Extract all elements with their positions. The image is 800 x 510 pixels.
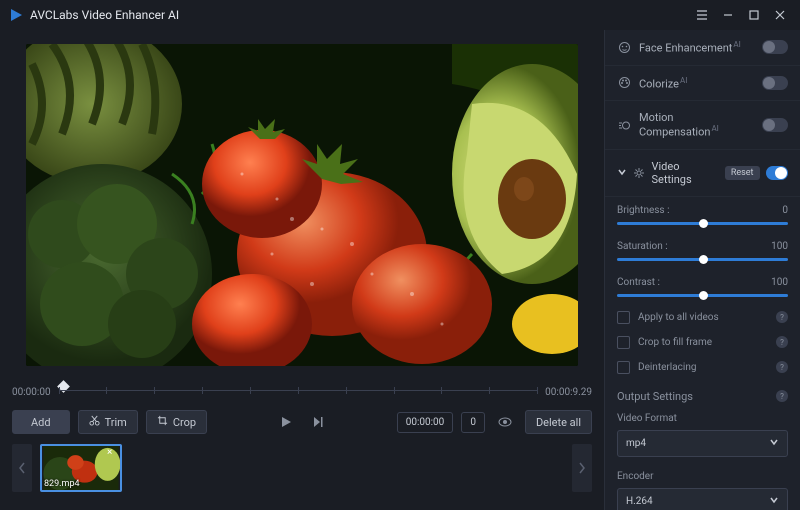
crop-button[interactable]: Crop — [146, 410, 207, 434]
crop-icon — [157, 415, 168, 429]
colorize-icon — [617, 76, 631, 90]
delete-all-button[interactable]: Delete all — [525, 410, 592, 434]
chevron-down-icon[interactable] — [617, 167, 627, 179]
video-format-select[interactable]: mp4 — [617, 430, 788, 457]
face-enhancement-row: Face EnhancementAI — [605, 30, 800, 66]
apply-all-checkbox[interactable] — [617, 311, 630, 324]
play-icon[interactable] — [274, 410, 298, 434]
motion-compensation-label: Motion CompensationAI — [639, 111, 754, 139]
preview-eye-icon[interactable] — [493, 410, 517, 434]
colorize-row: ColorizeAI — [605, 66, 800, 102]
output-settings-header: Output Settings ? — [605, 380, 800, 409]
add-label: Add — [31, 416, 51, 429]
video-settings-title: Video Settings — [651, 160, 712, 186]
video-format-block: Video Format mp4 — [605, 409, 800, 467]
timeline-row: 00:00:00 00:00:9.29 — [8, 366, 596, 410]
thumbnail-area: × 829.mp4 — [40, 444, 564, 492]
chevron-down-icon — [769, 495, 779, 508]
deinterlacing-checkbox[interactable] — [617, 361, 630, 374]
saturation-label: Saturation : — [617, 241, 668, 252]
colorize-label: ColorizeAI — [639, 76, 754, 91]
thumbnail-remove-icon[interactable]: × — [107, 447, 119, 459]
content: 00:00:00 00:00:9.29 Add Trim Crop 0 — [0, 30, 800, 510]
menu-icon[interactable] — [690, 3, 714, 27]
frame-number-display[interactable]: 0 — [461, 412, 485, 433]
crop-fill-label: Crop to fill frame — [638, 337, 768, 348]
thumbnail-item[interactable]: × 829.mp4 — [40, 444, 122, 492]
thumbnail-filename: 829.mp4 — [44, 479, 80, 489]
face-enhancement-toggle[interactable] — [762, 40, 788, 54]
crop-fill-checkbox[interactable] — [617, 336, 630, 349]
video-settings-header: Video Settings Reset — [605, 150, 800, 197]
gear-icon — [633, 166, 645, 180]
contrast-slider[interactable] — [617, 294, 788, 297]
trim-icon — [89, 415, 100, 429]
face-enhancement-label: Face EnhancementAI — [639, 40, 754, 55]
next-frame-icon[interactable] — [306, 410, 330, 434]
app-logo-icon — [8, 7, 24, 23]
trim-button[interactable]: Trim — [78, 410, 138, 434]
crop-label: Crop — [173, 416, 196, 429]
colorize-toggle[interactable] — [762, 76, 788, 90]
thumb-prev-icon[interactable] — [12, 444, 32, 492]
help-icon[interactable]: ? — [776, 311, 788, 323]
contrast-slider-block: Contrast : 100 — [605, 269, 800, 305]
help-icon[interactable]: ? — [776, 336, 788, 348]
saturation-value: 100 — [771, 241, 788, 252]
add-button[interactable]: Add — [12, 410, 70, 434]
contrast-value: 100 — [771, 277, 788, 288]
brightness-slider[interactable] — [617, 222, 788, 225]
crop-fill-row: Crop to fill frame ? — [605, 330, 800, 355]
face-icon — [617, 40, 631, 54]
video-settings-toggle[interactable] — [766, 166, 789, 180]
output-settings-title: Output Settings — [617, 390, 693, 403]
side-panel: Face EnhancementAI ColorizeAI Motion Com… — [604, 30, 800, 510]
brightness-label: Brightness : — [617, 205, 670, 216]
brightness-slider-block: Brightness : 0 — [605, 197, 800, 233]
thumbnail-row: × 829.mp4 — [8, 434, 596, 492]
encoder-block: Encoder H.264 — [605, 467, 800, 510]
video-format-value: mp4 — [626, 438, 646, 449]
encoder-select[interactable]: H.264 — [617, 488, 788, 510]
timeline-track[interactable] — [59, 382, 538, 402]
video-preview[interactable] — [26, 44, 578, 366]
trim-label: Trim — [105, 416, 127, 429]
delete-all-label: Delete all — [536, 416, 581, 429]
encoder-value: H.264 — [626, 496, 653, 507]
titlebar-left: AVCLabs Video Enhancer AI — [8, 7, 179, 23]
thumb-next-icon[interactable] — [572, 444, 592, 492]
motion-icon — [617, 118, 631, 132]
reset-button[interactable]: Reset — [725, 166, 760, 180]
brightness-value: 0 — [782, 205, 788, 216]
deinterlacing-row: Deinterlacing ? — [605, 355, 800, 380]
apply-all-row: Apply to all videos ? — [605, 305, 800, 330]
window-controls — [690, 3, 792, 27]
app-title: AVCLabs Video Enhancer AI — [30, 8, 179, 22]
current-time-display[interactable]: 00:00:00 — [397, 412, 454, 433]
motion-compensation-row: Motion CompensationAI — [605, 101, 800, 150]
motion-compensation-toggle[interactable] — [762, 118, 788, 132]
titlebar: AVCLabs Video Enhancer AI — [0, 0, 800, 30]
apply-all-label: Apply to all videos — [638, 312, 768, 323]
contrast-label: Contrast : — [617, 277, 660, 288]
deinterlacing-label: Deinterlacing — [638, 362, 768, 373]
encoder-label: Encoder — [617, 471, 788, 482]
close-icon[interactable] — [768, 3, 792, 27]
help-icon[interactable]: ? — [776, 361, 788, 373]
chevron-down-icon — [769, 437, 779, 450]
saturation-slider-block: Saturation : 100 — [605, 233, 800, 269]
saturation-slider[interactable] — [617, 258, 788, 261]
maximize-icon[interactable] — [742, 3, 766, 27]
timeline-start-label: 00:00:00 — [12, 387, 51, 398]
timeline-end-label: 00:00:9.29 — [545, 387, 592, 398]
video-format-label: Video Format — [617, 413, 788, 424]
minimize-icon[interactable] — [716, 3, 740, 27]
help-icon[interactable]: ? — [776, 390, 788, 402]
toolbar: Add Trim Crop 00:00:00 0 Delete all — [8, 410, 596, 434]
main-area: 00:00:00 00:00:9.29 Add Trim Crop 0 — [0, 30, 604, 510]
